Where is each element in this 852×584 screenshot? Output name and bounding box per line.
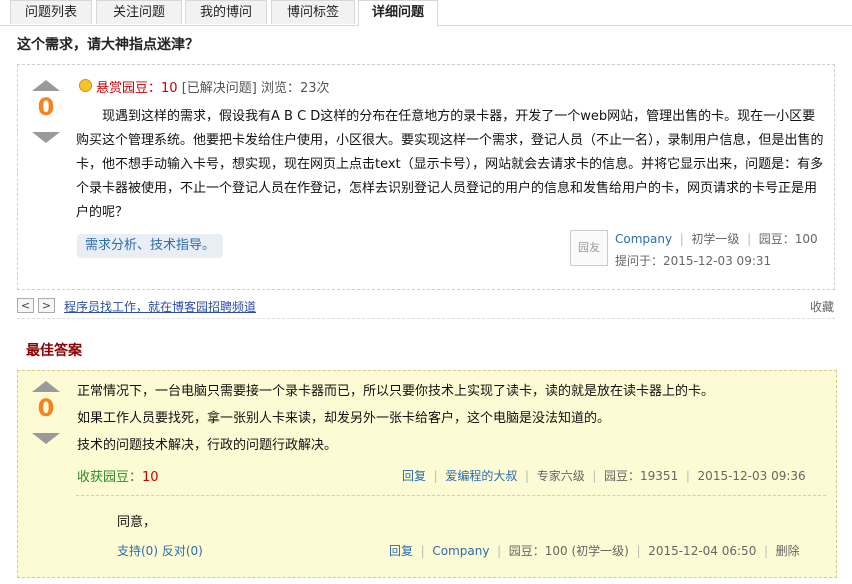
comment-time: 2015-12-04 06:50 bbox=[648, 544, 757, 558]
next-button[interactable]: > bbox=[38, 298, 55, 313]
status-badge: [已解决问题] bbox=[181, 81, 257, 96]
earned-beans: 收获园豆：10 bbox=[77, 466, 159, 485]
vote-down-icon[interactable] bbox=[32, 132, 60, 143]
reward-label: 悬赏园豆： bbox=[96, 81, 162, 96]
reward-info: 悬赏园豆：10 [已解决问题] 浏览：23次 bbox=[96, 77, 330, 96]
question-author-beans: 园豆：100 bbox=[758, 232, 818, 246]
question-vote-count: 0 bbox=[37, 93, 55, 121]
best-answer-title: 最佳答案 bbox=[26, 343, 82, 359]
tab-my-questions[interactable]: 我的博问 bbox=[185, 0, 267, 24]
comment-text: 同意， bbox=[117, 515, 157, 530]
comment-votes: 支持(0) 反对(0) bbox=[117, 542, 203, 559]
answer-author-level: 专家六级 bbox=[536, 469, 585, 483]
answer-vote-down-icon[interactable] bbox=[32, 433, 60, 444]
question-author-level: 初学一级 bbox=[691, 232, 740, 246]
question-body: 现遇到这样的需求，假设我有A B C D这样的分布在任意地方的录卡器，开发了一个… bbox=[76, 109, 824, 220]
answer-line: 如果工作人员要找死，拿一张别人卡来读，却发另外一张卡给客户，这个电脑是没法知道的… bbox=[77, 411, 611, 426]
comment-delete-button[interactable]: 删除 bbox=[776, 544, 800, 558]
comment-author-beans: 园豆：100 (初学一级) bbox=[508, 544, 629, 558]
tab-question-tags[interactable]: 博问标签 bbox=[271, 0, 355, 24]
comment-reply-button[interactable]: 回复 bbox=[389, 544, 413, 558]
answer-line: 正常情况下，一台电脑只需要接一个录卡器而已，所以只要你技术上实现了读卡，读的就是… bbox=[77, 384, 715, 399]
favorite-button[interactable]: 收藏 bbox=[810, 298, 834, 315]
answer-author-beans: 园豆：19351 bbox=[604, 469, 679, 483]
answer-time: 2015-12-03 09:36 bbox=[697, 469, 806, 483]
tab-question-list[interactable]: 问题列表 bbox=[10, 0, 92, 24]
answer-reply-button[interactable]: 回复 bbox=[402, 469, 426, 483]
earned-label: 收获园豆： bbox=[77, 470, 143, 485]
reward-value: 10 bbox=[161, 81, 178, 96]
tab-followed-questions[interactable]: 关注问题 bbox=[96, 0, 182, 24]
comment-author-link[interactable]: Company bbox=[432, 544, 489, 558]
answer-vote-up-icon[interactable] bbox=[32, 381, 60, 392]
question-author-link[interactable]: Company bbox=[615, 232, 672, 246]
divider bbox=[17, 318, 835, 319]
question-tag[interactable]: 需求分析、技术指导。 bbox=[77, 234, 224, 258]
prev-button[interactable]: < bbox=[17, 298, 34, 313]
tab-bar: 问题列表 关注问题 我的博问 博问标签 详细问题 bbox=[0, 0, 852, 26]
oppose-button[interactable]: 反对(0) bbox=[162, 544, 203, 558]
question-author-meta: Company | 初学一级 | 园豆：100 bbox=[615, 232, 818, 246]
vote-up-icon[interactable] bbox=[32, 80, 60, 91]
answer-vote-count: 0 bbox=[37, 394, 55, 422]
view-count: 浏览：23次 bbox=[261, 81, 330, 96]
avatar[interactable]: 园友 bbox=[570, 230, 608, 266]
tab-question-detail[interactable]: 详细问题 bbox=[358, 0, 438, 26]
question-asked-time: 提问于：2015-12-03 09:31 bbox=[615, 254, 772, 268]
answer-meta: 回复 | 爱编程的大叔 | 专家六级 | 园豆：19351 | 2015-12-… bbox=[402, 469, 806, 483]
answer-author-link[interactable]: 爱编程的大叔 bbox=[445, 469, 517, 483]
earned-value: 10 bbox=[142, 470, 159, 485]
comment-divider bbox=[76, 495, 826, 496]
comment-meta: 回复 | Company | 园豆：100 (初学一级) | 2015-12-0… bbox=[389, 544, 800, 558]
question-title: 这个需求，请大神指点迷津？ bbox=[17, 37, 199, 53]
coin-icon bbox=[79, 79, 92, 92]
answer-line: 技术的问题技术解决，行政的问题行政解决。 bbox=[77, 438, 338, 453]
support-button[interactable]: 支持(0) bbox=[117, 544, 158, 558]
jobs-ad-link[interactable]: 程序员找工作，就在博客园招聘频道 bbox=[64, 298, 256, 315]
